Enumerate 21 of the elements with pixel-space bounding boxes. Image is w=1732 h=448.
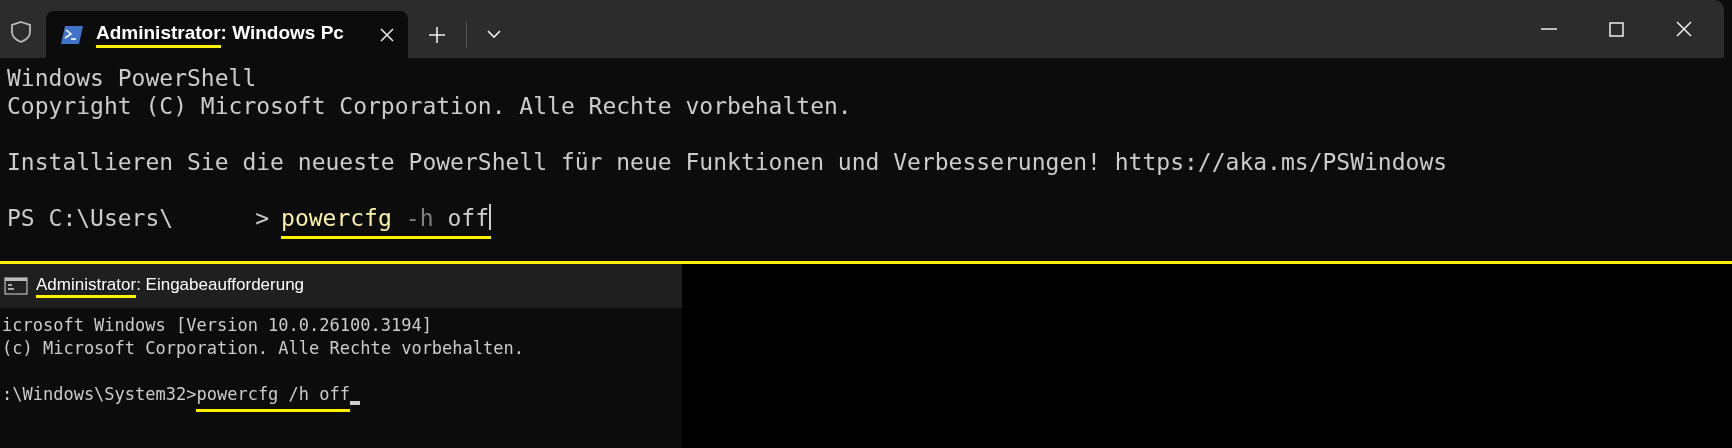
powershell-icon [60, 24, 84, 45]
console-line: Installieren Sie die neueste PowerShell für neue Funktionen und Verbesserungen! https://aka.ms/PSWindows [7, 148, 1448, 176]
command-text: powercfg -h off [281, 204, 492, 239]
close-icon[interactable] [1676, 21, 1692, 37]
prompt-path: PS C:\Users\ [7, 204, 174, 233]
window-title: Administrator: Eingabeaufforderung [36, 274, 305, 298]
maximize-icon[interactable] [1609, 21, 1624, 37]
plus-icon[interactable] [428, 25, 446, 44]
command-text: powercfg /h off [196, 383, 350, 412]
console-line: Windows PowerShell [7, 64, 257, 92]
tab[interactable]: Administrator: Windows Pc [46, 11, 408, 58]
console-line: (c) Microsoft Corporation. Alle Rechte vorbehalten. [2, 337, 524, 360]
prompt-path: :\Windows\System32> [2, 383, 197, 406]
shield-icon [10, 20, 32, 44]
command-prompt-icon [4, 277, 28, 295]
close-icon[interactable] [380, 27, 394, 42]
chevron-down-icon[interactable] [487, 30, 501, 39]
console-line: Copyright (C) Microsoft Corporation. Alle Rechte vorbehalten. [7, 92, 852, 120]
prompt-symbol: > [255, 204, 270, 233]
console-line: icrosoft Windows [Version 10.0.26100.3194] [2, 314, 432, 337]
tab-title: Administrator: Windows Pc [96, 21, 344, 48]
